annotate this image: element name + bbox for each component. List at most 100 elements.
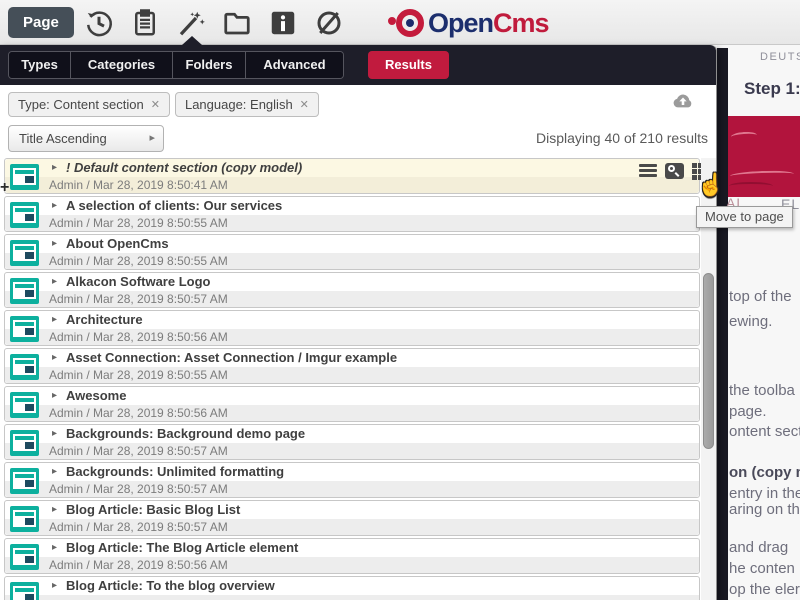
sort-order-value: Title Ascending	[19, 131, 107, 146]
result-count-label: Displaying 40 of 210 results	[536, 130, 708, 146]
expand-arrow-icon[interactable]: ▸	[52, 428, 57, 439]
page-text-fragment: ontent sect	[729, 423, 800, 440]
tab-categories[interactable]: Categories	[71, 52, 173, 78]
tab-folders[interactable]: Folders	[173, 52, 246, 78]
result-meta: Admin / Mar 28, 2019 8:50:57 AM	[5, 291, 699, 307]
result-row[interactable]: ▸ Blog Article: To the blog overview	[4, 576, 700, 600]
page-text-fragment: op the eler	[729, 581, 800, 598]
result-title: Blog Article: Basic Blog List	[5, 501, 699, 519]
result-title: Backgrounds: Unlimited formatting	[5, 463, 699, 481]
result-title: A selection of clients: Our services	[5, 197, 699, 215]
page-text-fragment: and drag	[729, 539, 788, 556]
language-switch-link[interactable]: DEUTSCH	[760, 51, 800, 63]
result-row[interactable]: ▸ Backgrounds: Unlimited formatting Admi…	[4, 462, 700, 498]
content-section-icon	[10, 202, 39, 228]
publish-upload-icon[interactable]	[672, 90, 694, 112]
dialog-anchor-arrow	[182, 36, 202, 45]
result-title: Blog Article: The Blog Article element	[5, 539, 699, 557]
content-section-icon	[10, 392, 39, 418]
result-row[interactable]: ▸ Blog Article: Basic Blog List Admin / …	[4, 500, 700, 536]
result-row[interactable]: ▸ Asset Connection: Asset Connection / I…	[4, 348, 700, 384]
result-meta: Admin / Mar 28, 2019 8:50:55 AM	[5, 215, 699, 231]
content-section-icon	[10, 506, 39, 532]
result-title: Blog Article: To the blog overview	[5, 577, 699, 595]
remove-filter-icon[interactable]: ✕	[151, 98, 160, 111]
page-text-fragment: entry in the	[729, 485, 800, 502]
filter-chip-language[interactable]: Language: English ✕	[175, 92, 319, 117]
content-section-icon	[10, 164, 39, 190]
result-row[interactable]: ▸ About OpenCms Admin / Mar 28, 2019 8:5…	[4, 234, 700, 270]
result-meta: Admin / Mar 28, 2019 8:50:57 AM	[5, 443, 699, 459]
expand-arrow-icon[interactable]: ▸	[52, 504, 57, 515]
step-heading: Step 1:	[744, 79, 800, 99]
content-section-icon	[10, 582, 39, 600]
content-gallery-dialog: Types Categories Folders Advanced Result…	[0, 45, 717, 600]
background-page: DEUTSCH Step 1: AL ELI top of the ewing.…	[717, 45, 800, 600]
result-row[interactable]: ▸ A selection of clients: Our services A…	[4, 196, 700, 232]
expand-arrow-icon[interactable]: ▸	[52, 276, 57, 287]
result-title: Alkacon Software Logo	[5, 273, 699, 291]
result-meta: Admin / Mar 28, 2019 8:50:41 AM	[5, 177, 699, 193]
opencms-logo: OpenCms	[392, 6, 549, 40]
tab-advanced[interactable]: Advanced	[246, 52, 343, 78]
filter-chip-type[interactable]: Type: Content section ✕	[8, 92, 170, 117]
page-text-fragment: he conten	[729, 560, 795, 577]
expand-arrow-icon[interactable]: ▸	[52, 580, 57, 591]
top-toolbar: Page	[0, 0, 800, 45]
page-text-fragment: top of the	[729, 288, 792, 305]
result-row[interactable]: ▸ Awesome Admin / Mar 28, 2019 8:50:56 A…	[4, 386, 700, 422]
page-text-fragment: the toolba	[729, 382, 795, 399]
result-meta: Admin / Mar 28, 2019 8:50:55 AM	[5, 253, 699, 269]
expand-arrow-icon[interactable]: ▸	[52, 200, 57, 211]
page-side-band	[717, 48, 728, 600]
expand-arrow-icon[interactable]: ▸	[52, 466, 57, 477]
tab-results[interactable]: Results	[368, 51, 449, 79]
expand-arrow-icon[interactable]: ▸	[52, 314, 57, 325]
tab-types[interactable]: Types	[9, 52, 71, 78]
expand-arrow-icon[interactable]: ▸	[52, 162, 57, 173]
page-text-fragment: ewing.	[729, 313, 772, 330]
result-row[interactable]: ▸ Blog Article: The Blog Article element…	[4, 538, 700, 574]
result-meta: Admin / Mar 28, 2019 8:50:56 AM	[5, 329, 699, 345]
page-text-fragment: aring on th	[729, 501, 800, 518]
magic-wand-icon[interactable]	[176, 8, 206, 38]
result-title: Backgrounds: Background demo page	[5, 425, 699, 443]
gallery-tabbar: Types Categories Folders Advanced Result…	[0, 45, 716, 85]
content-section-icon	[10, 240, 39, 266]
context-menu-icon[interactable]	[639, 162, 657, 179]
remove-filter-icon[interactable]: ✕	[300, 98, 309, 111]
tooltip-move-to-page: Move to page	[696, 206, 793, 228]
expand-arrow-icon[interactable]: ▸	[52, 352, 57, 363]
expand-arrow-icon[interactable]: ▸	[52, 542, 57, 553]
result-title: Asset Connection: Asset Connection / Img…	[5, 349, 699, 367]
clipboard-icon[interactable]	[130, 8, 160, 38]
results-list: + ▸ ! Default content section (copy mode…	[0, 158, 701, 600]
opencms-logo-text: OpenCms	[428, 8, 549, 39]
result-row[interactable]: ▸ Alkacon Software Logo Admin / Mar 28, …	[4, 272, 700, 308]
expand-arrow-icon[interactable]: ▸	[52, 390, 57, 401]
content-section-icon	[10, 430, 39, 456]
hide-elements-icon[interactable]	[314, 8, 344, 38]
scrollbar-thumb[interactable]	[703, 273, 714, 449]
info-icon[interactable]	[268, 8, 298, 38]
result-row[interactable]: ▸ Backgrounds: Background demo page Admi…	[4, 424, 700, 460]
preview-icon[interactable]	[665, 163, 684, 179]
sort-order-select[interactable]: Title Ascending ▸	[8, 125, 164, 152]
page-button[interactable]: Page	[8, 7, 74, 38]
result-row[interactable]: + ▸ ! Default content section (copy mode…	[4, 158, 700, 194]
page-text-fragment: on (copy m	[729, 464, 800, 481]
copy-model-plus-badge: +	[0, 179, 9, 197]
folder-icon[interactable]	[222, 8, 252, 38]
result-meta: Admin / Mar 28, 2019 8:50:55 AM	[5, 367, 699, 383]
result-title: About OpenCms	[5, 235, 699, 253]
expand-arrow-icon[interactable]: ▸	[52, 238, 57, 249]
filter-chip-label: Type: Content section	[18, 97, 144, 112]
result-meta: Admin / Mar 28, 2019 8:50:56 AM	[5, 405, 699, 421]
content-section-icon	[10, 468, 39, 494]
history-icon[interactable]	[84, 8, 114, 38]
result-title: Awesome	[5, 387, 699, 405]
page-text-fragment: page.	[729, 403, 767, 420]
result-meta: Admin / Mar 28, 2019 8:50:56 AM	[5, 557, 699, 573]
result-row[interactable]: ▸ Architecture Admin / Mar 28, 2019 8:50…	[4, 310, 700, 346]
content-section-icon	[10, 278, 39, 304]
